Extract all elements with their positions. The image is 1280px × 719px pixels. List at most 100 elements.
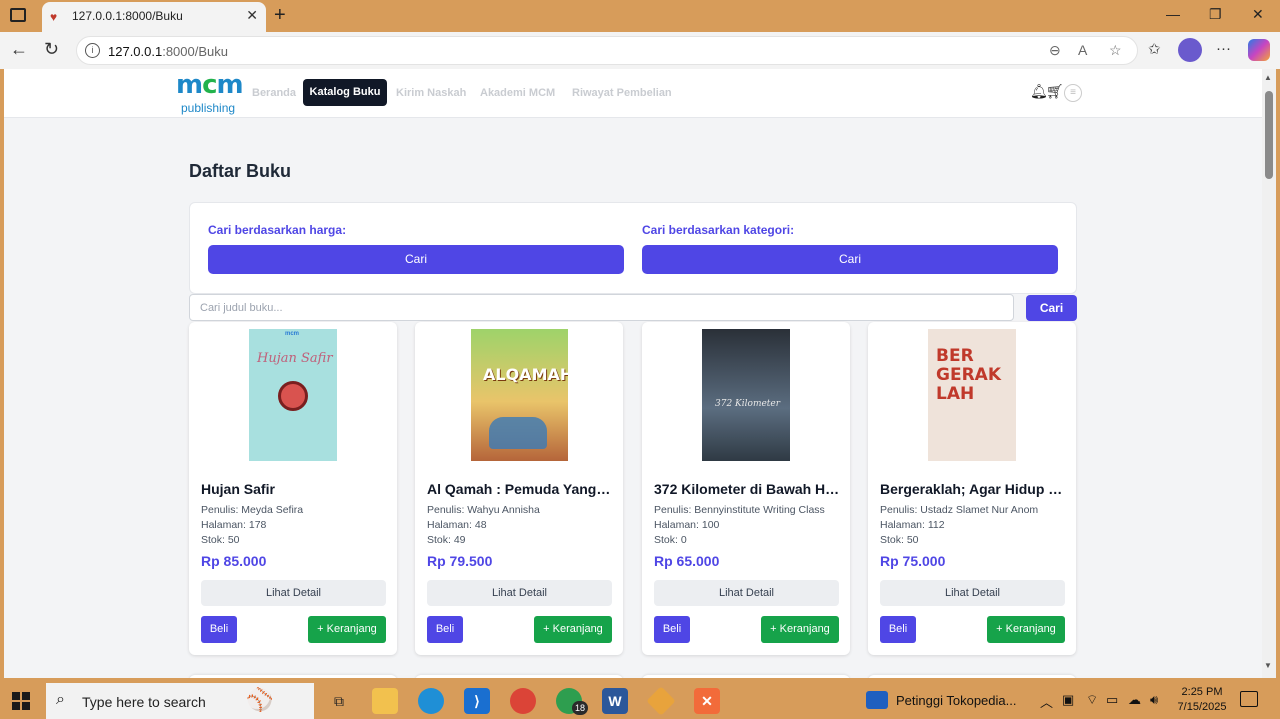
view-detail-button[interactable]: Lihat Detail [201,580,386,606]
tab-title: 127.0.0.1:8000/Buku [72,9,183,23]
price-filter-button[interactable]: Cari [208,245,624,274]
close-tab-icon[interactable]: ✕ [246,7,258,24]
book-author: Penulis: Meyda Sefira [201,504,304,516]
news-icon[interactable] [866,691,888,709]
notification-icon[interactable] [1240,691,1258,707]
view-detail-button[interactable]: Lihat Detail [880,580,1065,606]
close-window-icon[interactable]: ✕ [1252,6,1264,23]
nav-riwayat-pembelian[interactable]: Riwayat Pembelian [572,87,672,99]
page-title: Daftar Buku [189,161,292,181]
tray-chevron-icon[interactable]: ︿ [1040,692,1053,711]
address-bar[interactable]: i 127.0.0.1:8000/Buku ⊖ A ☆ [76,36,1138,65]
chrome-icon[interactable] [510,688,536,714]
volume-icon[interactable]: 🔊︎ [1150,692,1158,708]
add-to-cart-button[interactable]: + Keranjang [987,616,1065,643]
filter-panel: Cari berdasarkan harga: Cari Cari berdas… [189,202,1077,294]
category-filter-label: Cari berdasarkan kategori: [642,223,795,237]
menu-icon[interactable]: ≡ [1064,84,1082,102]
buy-button[interactable]: Beli [201,616,237,643]
view-detail-button[interactable]: Lihat Detail [654,580,839,606]
book-title[interactable]: 372 Kilometer di Bawah Hujan [654,481,840,497]
logo-mark: mcm [176,70,244,100]
windows-start-icon[interactable] [12,692,30,710]
restore-icon[interactable]: ❐ [1209,6,1222,23]
view-detail-button[interactable]: Lihat Detail [427,580,612,606]
url-text: 127.0.0.1:8000/Buku [108,44,228,59]
file-explorer-icon[interactable] [372,688,398,714]
news-headline[interactable]: Petinggi Tokopedia... [896,693,1016,708]
nav-beranda[interactable]: Beranda [252,87,296,99]
nav-katalog-buku[interactable]: Katalog Buku [303,79,387,106]
profile-avatar[interactable] [1178,38,1202,62]
book-title[interactable]: Al Qamah : Pemuda Yang Dirindukan [427,481,613,497]
book-cover-image[interactable]: BER GERAK LAH [928,329,1016,461]
add-to-cart-button[interactable]: + Keranjang [761,616,839,643]
scroll-thumb[interactable] [1265,91,1273,179]
zoom-icon[interactable]: ⊖ [1049,42,1061,59]
add-to-cart-button[interactable]: + Keranjang [534,616,612,643]
book-card [189,675,397,678]
tab-actions-icon[interactable] [10,8,26,22]
book-search-button[interactable]: Cari [1026,295,1077,321]
book-cover-image[interactable]: Hujan Safir mcm [249,329,337,461]
add-to-cart-button[interactable]: + Keranjang [308,616,386,643]
back-icon[interactable]: ← [10,39,28,60]
book-card [415,675,623,678]
buy-button[interactable]: Beli [654,616,690,643]
mcm-logo[interactable]: mcm publishing [176,71,244,117]
battery-icon[interactable]: ▭ [1106,692,1118,708]
category-filter-button[interactable]: Cari [642,245,1058,274]
browser-tab[interactable]: ♥ 127.0.0.1:8000/Buku ✕ [42,2,266,32]
windows-taskbar: ⌕ Type here to search ⚾ ⧉ ⟩ W ✕ Petinggi… [0,682,1280,719]
more-options-icon[interactable]: ··· [1216,40,1231,57]
book-stock: Stok: 50 [201,534,240,546]
browser-tab-bar: ♥ 127.0.0.1:8000/Buku ✕ + — ❐ ✕ [0,0,1280,32]
book-pages: Halaman: 100 [654,519,720,531]
cart-icon[interactable]: 🛒︎ [1046,83,1064,100]
book-cover-image[interactable]: ALQAMAH [471,329,568,461]
taskbar-search[interactable]: ⌕ Type here to search ⚾ [46,683,314,719]
nav-akademi-mcm[interactable]: Akademi MCM [480,87,555,99]
page-scrollbar[interactable]: ▲ ▼ [1262,69,1276,678]
new-tab-icon[interactable]: + [274,4,286,27]
book-title[interactable]: Hujan Safir [201,481,387,497]
buy-button[interactable]: Beli [427,616,463,643]
vscode-icon[interactable]: ⟩ [464,688,490,714]
copilot-icon[interactable] [1248,39,1270,61]
favorite-star-icon[interactable]: ☆ [1109,42,1122,59]
git-icon[interactable] [646,686,676,716]
cloud-icon[interactable]: ☁ [1128,692,1141,708]
book-card: Hujan Safir mcm Hujan Safir Penulis: Mey… [189,322,397,655]
book-price: Rp 85.000 [201,553,267,569]
book-cover-image[interactable]: 372 Kilometer [702,329,790,461]
buy-button[interactable]: Beli [880,616,916,643]
search-icon: ⌕ [56,691,65,708]
book-title[interactable]: Bergeraklah; Agar Hidup Tak Sekedar Mamp… [880,481,1066,497]
book-card: ALQAMAH Al Qamah : Pemuda Yang Dirinduka… [415,322,623,655]
book-price: Rp 79.500 [427,553,493,569]
favorites-icon[interactable]: ✩ [1148,40,1161,58]
taskbar-search-text: Type here to search [82,694,206,710]
scroll-down-icon[interactable]: ▼ [1264,661,1272,670]
task-view-icon[interactable]: ⧉ [326,688,352,714]
minimize-icon[interactable]: — [1166,6,1180,22]
logo-subtitle: publishing [181,101,236,115]
book-search-input[interactable] [189,294,1014,321]
word-icon[interactable]: W [602,688,628,714]
meet-icon[interactable]: ▣ [1062,692,1074,708]
book-card [642,675,850,678]
xampp-icon[interactable]: ✕ [694,688,720,714]
price-filter-label: Cari berdasarkan harga: [208,223,347,237]
read-aloud-icon[interactable]: A [1078,42,1087,58]
site-info-icon[interactable]: i [85,43,100,58]
network-icon[interactable]: ⌔ [1086,692,1098,708]
book-stock: Stok: 50 [880,534,919,546]
edge-icon[interactable] [418,688,444,714]
system-clock[interactable]: 2:25 PM 7/15/2025 [1174,685,1230,715]
nav-kirim-naskah[interactable]: Kirim Naskah [396,87,466,99]
book-pages: Halaman: 112 [880,519,945,531]
scroll-up-icon[interactable]: ▲ [1264,73,1272,82]
clock-date: 7/15/2025 [1177,701,1227,713]
refresh-icon[interactable]: ↻ [44,39,59,60]
book-stock: Stok: 0 [654,534,687,546]
